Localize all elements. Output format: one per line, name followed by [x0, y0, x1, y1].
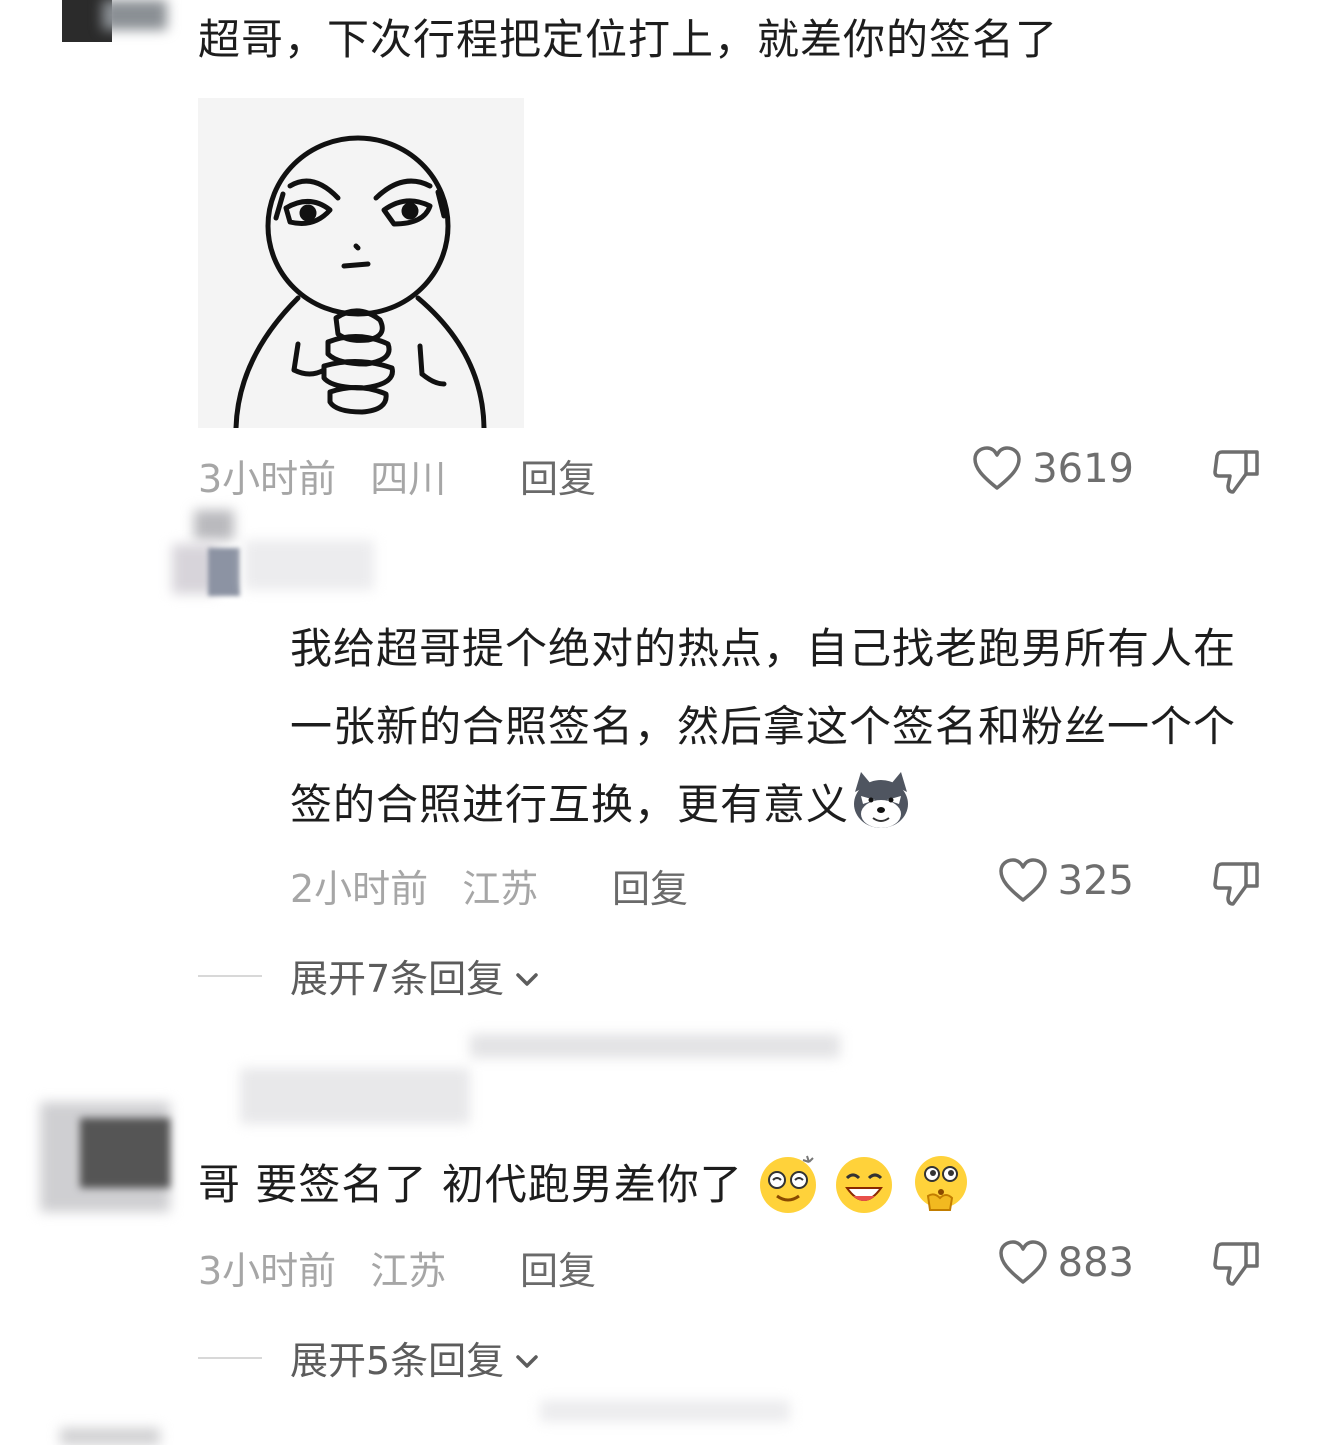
thumbs-down-icon	[1212, 1240, 1260, 1288]
dislike-button[interactable]	[1212, 448, 1260, 496]
expand-replies-button[interactable]: 展开5条回复	[198, 1330, 540, 1385]
thinking-emoji-icon	[910, 1149, 972, 1227]
comment-time: 2小时前	[290, 867, 429, 911]
reply-button[interactable]: 回复	[520, 1240, 596, 1295]
grin-emoji-icon	[833, 1149, 895, 1227]
thumbs-down-icon	[1212, 448, 1260, 496]
comment-location: 江苏	[462, 867, 539, 911]
dislike-button[interactable]	[1212, 860, 1260, 908]
comment-time: 3小时前	[198, 457, 337, 501]
heart-outline-icon	[998, 1240, 1048, 1286]
reply-button[interactable]: 回复	[612, 858, 688, 913]
next-comment-avatar	[60, 1428, 160, 1445]
like-count: 325	[1057, 858, 1134, 904]
like-count: 883	[1057, 1240, 1134, 1286]
heart-outline-icon	[998, 858, 1048, 904]
divider-line	[198, 974, 262, 977]
heart-outline-icon	[972, 446, 1022, 492]
avatar[interactable]	[62, 0, 167, 42]
chevron-down-icon	[514, 954, 540, 998]
like-button[interactable]: 883	[998, 1240, 1134, 1286]
thumbs-down-icon	[1212, 860, 1260, 908]
meme-sticker-drawing	[233, 135, 487, 431]
comment-location: 四川	[370, 457, 447, 501]
sticker-image[interactable]	[198, 98, 524, 431]
chevron-down-icon	[514, 1336, 540, 1380]
comment-text: 哥 要签名了 初代跑男差你了	[198, 1146, 972, 1227]
avatar[interactable]	[172, 510, 382, 610]
dislike-button[interactable]	[1212, 1240, 1260, 1288]
like-count: 3619	[1032, 446, 1134, 492]
divider-line	[198, 1356, 262, 1359]
expand-replies-button[interactable]: 展开7条回复	[198, 948, 540, 1003]
comment-text: 超哥，下次行程把定位打上，就差你的签名了	[198, 15, 1059, 64]
like-button[interactable]: 325	[998, 858, 1134, 904]
expand-label: 展开5条回复	[290, 1339, 505, 1383]
next-comment-preview	[540, 1400, 790, 1422]
husky-emoji-icon	[849, 769, 913, 847]
dizzy-smile-emoji-icon	[757, 1149, 819, 1227]
reply-button[interactable]: 回复	[520, 448, 596, 503]
comment-time: 3小时前	[198, 1249, 337, 1293]
blurred-name-strip	[470, 1034, 840, 1058]
comment-location: 江苏	[370, 1249, 447, 1293]
comment-text: 我给超哥提个绝对的热点，自己找老跑男所有人在一张新的合照签名，然后拿这个签名和粉…	[290, 610, 1258, 847]
like-button[interactable]: 3619	[972, 446, 1134, 492]
expand-label: 展开7条回复	[290, 957, 505, 1001]
